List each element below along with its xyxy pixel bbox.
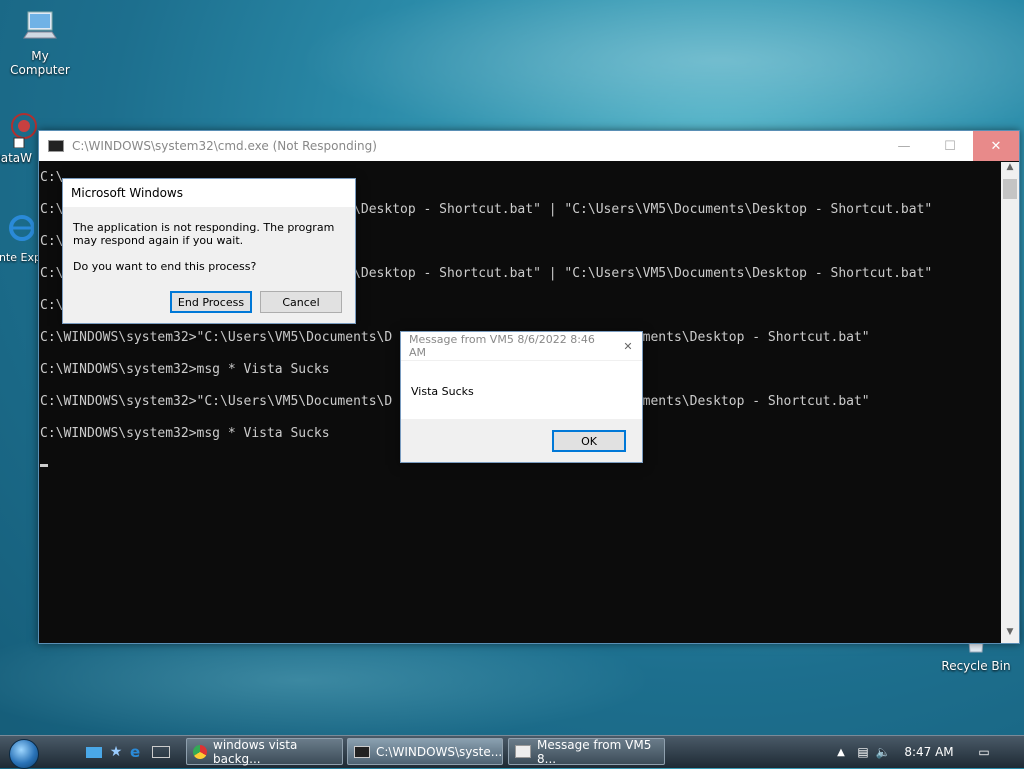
ok-button[interactable]: OK — [552, 430, 626, 452]
message-body-area: Vista Sucks — [401, 361, 642, 419]
clock[interactable]: 8:47 AM — [894, 745, 964, 759]
window-icon — [515, 745, 531, 758]
cmd-icon — [354, 745, 370, 758]
task-cmd[interactable]: C:\WINDOWS\syste... — [347, 738, 503, 765]
cmd-title-bar[interactable]: C:\WINDOWS\system32\cmd.exe (Not Respond… — [39, 131, 1019, 161]
close-icon[interactable]: ✕ — [614, 340, 642, 353]
volume-icon[interactable]: 🔈 — [872, 745, 894, 759]
desktop-icon-label: Recycle Bin — [941, 659, 1011, 673]
dialog-message: The application is not responding. The p… — [73, 221, 335, 247]
switch-windows-icon[interactable]: ★ — [108, 744, 124, 760]
desktop-icon-my-computer[interactable]: My Computer — [0, 10, 80, 77]
media-icon[interactable] — [152, 746, 170, 758]
show-desktop-icon[interactable] — [86, 746, 102, 758]
task-chrome[interactable]: windows vista backg... — [186, 737, 343, 766]
maximize-button[interactable]: ☐ — [927, 131, 973, 161]
network-icon[interactable]: ▤ — [854, 745, 872, 759]
desktop-icon-label: My Computer — [10, 49, 70, 77]
dialog-title: Microsoft Windows — [63, 179, 355, 207]
ie-icon[interactable]: e — [130, 744, 146, 760]
cmd-title: C:\WINDOWS\system32\cmd.exe (Not Respond… — [72, 139, 377, 153]
task-label: windows vista backg... — [213, 737, 298, 766]
scroll-thumb[interactable] — [1003, 179, 1017, 199]
end-process-button[interactable]: End Process — [170, 291, 252, 313]
not-responding-dialog[interactable]: Microsoft Windows The application is not… — [62, 178, 356, 324]
dialog-question: Do you want to end this process? — [73, 260, 257, 273]
close-button[interactable]: ✕ — [973, 131, 1019, 161]
taskbar: ★ e windows vista backg... C:\WINDOWS\sy… — [0, 735, 1024, 769]
notification-icon[interactable]: ▭ — [964, 745, 1004, 759]
quick-launch: ★ e — [86, 744, 170, 760]
message-dialog-title-bar[interactable]: Message from VM5 8/6/2022 8:46 AM ✕ — [401, 332, 642, 360]
system-tray: ▲ ▤ 🔈 8:47 AM ▭ — [828, 736, 1024, 768]
network-icon — [2, 112, 42, 149]
task-label: Message from VM5 8... — [537, 737, 652, 766]
task-label: C:\WINDOWS\syste... — [376, 744, 503, 759]
scroll-down-icon[interactable]: ▼ — [1001, 627, 1019, 643]
computer-icon — [20, 10, 60, 46]
start-button[interactable] — [0, 736, 40, 769]
vertical-scrollbar[interactable]: ▲ ▼ — [1001, 162, 1019, 643]
cancel-button[interactable]: Cancel — [260, 291, 342, 313]
chevron-up-icon[interactable]: ▲ — [828, 747, 854, 758]
task-message[interactable]: Message from VM5 8... — [508, 737, 665, 766]
chrome-icon — [193, 744, 207, 759]
scroll-up-icon[interactable]: ▲ — [1001, 162, 1019, 178]
message-dialog[interactable]: Message from VM5 8/6/2022 8:46 AM ✕ Vist… — [400, 331, 643, 463]
ie-icon — [0, 212, 35, 248]
text-cursor — [40, 464, 48, 467]
windows-orb-icon — [9, 739, 39, 769]
message-dialog-title: Message from VM5 8/6/2022 8:46 AM — [409, 333, 595, 359]
minimize-button[interactable]: — — [881, 131, 927, 161]
cmd-icon — [48, 140, 64, 152]
message-body: Vista Sucks — [411, 385, 474, 398]
